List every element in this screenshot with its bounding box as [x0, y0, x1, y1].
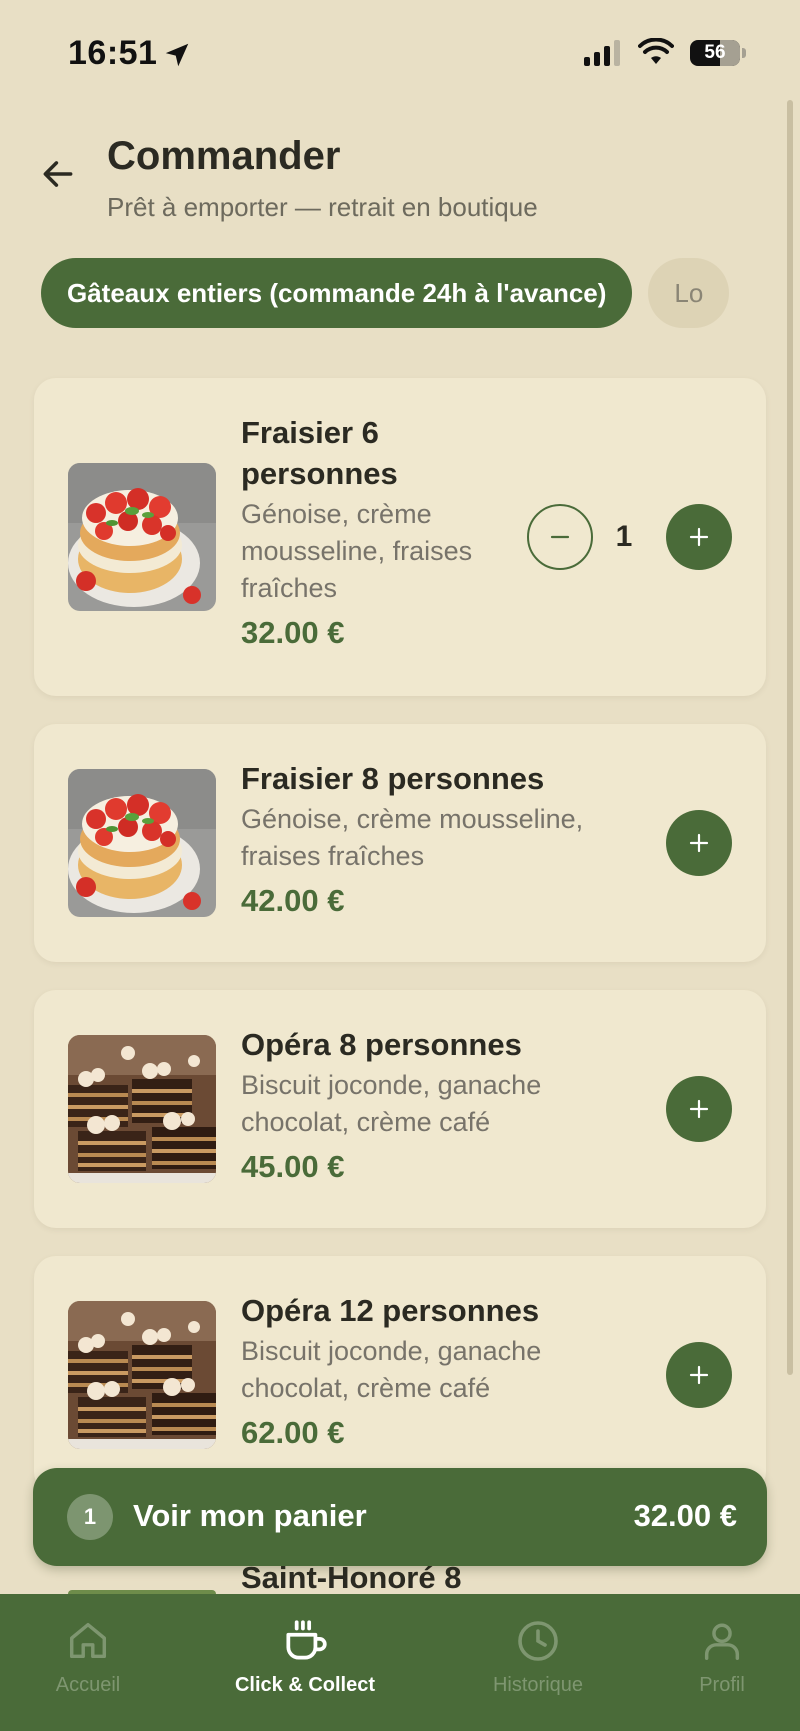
strawberry-cake-image	[68, 769, 216, 917]
minus-icon	[550, 535, 570, 539]
product-description: Biscuit joconde, ganache chocolat, crème…	[241, 1336, 542, 1403]
decrease-quantity-button[interactable]	[527, 504, 593, 570]
status-time: 16:51	[68, 34, 158, 72]
cart-count-badge: 1	[67, 1494, 113, 1540]
tab-click-collect[interactable]: Click & Collect	[220, 1594, 390, 1731]
battery-icon: 56	[690, 40, 740, 66]
product-card[interactable]: Fraisier 8 personnes Génoise, crème mous…	[34, 724, 766, 962]
category-tabs: Gâteaux entiers (commande 24h à l'avance…	[41, 258, 766, 328]
back-button[interactable]	[36, 152, 80, 196]
product-description: Génoise, crème mousseline, fraises fraîc…	[241, 499, 473, 603]
user-icon	[704, 1623, 740, 1660]
product-card[interactable]: Opéra 8 personnes Biscuit joconde, ganac…	[34, 990, 766, 1228]
quantity-value: 1	[615, 520, 633, 553]
product-description: Biscuit joconde, ganache chocolat, crème…	[241, 1070, 542, 1137]
strawberry-cake-image	[68, 463, 216, 611]
product-image	[68, 769, 216, 917]
product-name: Fraisier 8 personnes	[241, 761, 545, 796]
add-to-cart-button[interactable]	[666, 1342, 732, 1408]
plus-icon	[689, 527, 709, 547]
cart-label: Voir mon panier	[133, 1498, 367, 1533]
tab-profil[interactable]: Profil	[672, 1594, 772, 1731]
coffee-cup-icon	[286, 1620, 327, 1660]
opera-cake-image	[68, 1301, 216, 1449]
location-arrow-icon	[165, 43, 189, 67]
product-image	[68, 1301, 216, 1449]
battery-tip	[742, 48, 746, 58]
tab-label: Historique	[492, 1674, 584, 1696]
category-chip-whole-cakes[interactable]: Gâteaux entiers (commande 24h à l'avance…	[41, 258, 633, 328]
tab-historique[interactable]: Historique	[478, 1594, 598, 1731]
product-card[interactable]: Fraisier 6 personnes Génoise, crème mous…	[34, 378, 766, 696]
page-subtitle: Prêt à emporter — retrait en boutique	[107, 192, 538, 222]
battery-level: 56	[704, 42, 726, 63]
view-cart-button[interactable]: 1 Voir mon panier 32.00 €	[33, 1468, 767, 1566]
product-price: 32.00 €	[241, 615, 345, 650]
product-name: Fraisier 6 personnes	[241, 415, 398, 491]
plus-icon	[689, 1365, 709, 1385]
tab-label: Profil	[699, 1674, 745, 1696]
cellular-signal-icon	[584, 40, 620, 66]
add-to-cart-button[interactable]	[666, 504, 732, 570]
clock-icon	[518, 1621, 558, 1661]
page-title: Commander	[107, 134, 341, 178]
add-to-cart-button[interactable]	[666, 1076, 732, 1142]
wifi-icon	[638, 38, 674, 64]
product-card[interactable]: Opéra 12 personnes Biscuit joconde, gana…	[34, 1256, 766, 1494]
product-image	[68, 1035, 216, 1183]
tab-label: Click & Collect	[234, 1674, 376, 1696]
product-description: Génoise, crème mousseline, fraises fraîc…	[241, 804, 584, 871]
add-to-cart-button[interactable]	[666, 810, 732, 876]
product-price: 62.00 €	[241, 1415, 345, 1450]
product-image	[68, 463, 216, 611]
plus-icon	[689, 1099, 709, 1119]
cart-total: 32.00 €	[633, 1498, 737, 1533]
product-price: 45.00 €	[241, 1149, 345, 1184]
back-arrow-icon	[43, 161, 73, 187]
status-bar: 16:51 56	[0, 0, 800, 100]
category-chip-next[interactable]: Lo	[648, 258, 730, 328]
tab-label: Accueil	[55, 1674, 121, 1696]
product-name: Opéra 12 personnes	[241, 1293, 540, 1328]
scrollbar[interactable]	[787, 100, 793, 1375]
bottom-tab-bar: Accueil Click & Collect Historique Profi…	[0, 1594, 800, 1731]
home-icon	[69, 1622, 107, 1659]
opera-cake-image	[68, 1035, 216, 1183]
tab-accueil[interactable]: Accueil	[28, 1594, 148, 1731]
product-name: Opéra 8 personnes	[241, 1027, 522, 1062]
plus-icon	[689, 833, 709, 853]
product-price: 42.00 €	[241, 883, 345, 918]
